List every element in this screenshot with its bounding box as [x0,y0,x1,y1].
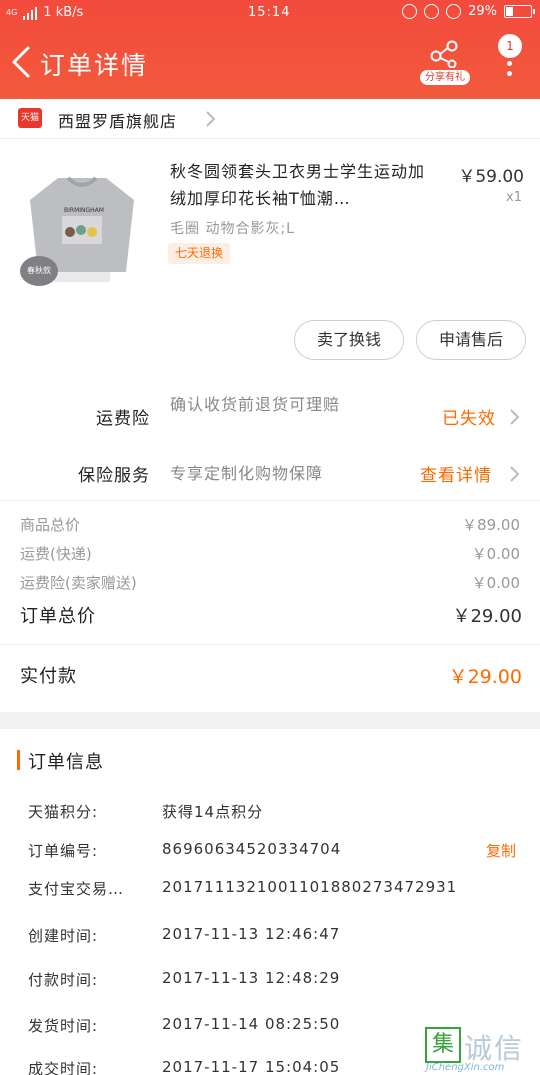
chevron-right-icon [510,466,520,482]
order-info-key: 发货时间: [28,1017,99,1035]
shipping-insurance-desc: 确认收货前退货可理赔 [170,395,341,414]
order-info-value: 获得14点积分 [162,803,264,821]
status-time: 15:14 [248,5,291,20]
fee-value: ￥0.00 [471,574,520,592]
order-info-key: 订单编号: [28,842,99,860]
divider [0,644,540,645]
tmall-icon: 天猫 [18,108,42,128]
order-info-value: 2017111321001101880273472931 [162,878,458,896]
product-sku: 毛圈 动物合影灰;L [170,221,295,237]
product-image-badge: 春秋款 [20,256,58,286]
order-info-key: 天猫积分: [28,803,99,821]
order-info-key: 创建时间: [28,927,99,945]
fee-value: ￥0.00 [471,545,520,563]
fee-label: 商品总价 [20,516,81,534]
product-price: ￥59.00 [458,167,524,187]
watermark-char: 集 [425,1027,461,1063]
order-total-value: ￥29.00 [452,606,522,627]
insurance-service-desc: 专享定制化购物保障 [170,464,324,483]
order-info-key: 支付宝交易… [28,880,125,898]
order-info-value: 2017-11-13 12:48:29 [162,969,341,987]
nfc-icon [402,4,418,19]
battery-icon [504,5,535,18]
shop-row[interactable]: 天猫 西盟罗盾旗舰店 [0,99,540,139]
product-image-text: BIRMINGHAM [64,207,104,214]
order-info-key: 成交时间: [28,1060,99,1075]
insurance-service-label: 保险服务 [78,466,150,486]
insurance-details-link[interactable]: 查看详情 [420,461,492,486]
fee-label: 运费(快递) [20,545,92,563]
top-bar: 4G 1 kB/s 15:14 29% 订单详情 分享有礼 1 [0,0,540,99]
divider [0,500,540,501]
lock-icon [424,4,440,19]
more-dot-icon [507,71,512,76]
order-info-key: 付款时间: [28,971,99,989]
paid-amount-label: 实付款 [20,666,77,687]
battery-percent: 29% [468,4,497,19]
product-image[interactable]: BIRMINGHAM 春秋款 [18,160,146,288]
order-info-title: 订单信息 [28,752,104,773]
shipping-insurance-label: 运费险 [96,409,150,429]
shipping-insurance-status[interactable]: 已失效 [442,404,496,429]
network-speed: 1 kB/s [43,5,84,20]
order-number: 86960634520334704 [162,840,342,858]
chevron-right-icon [510,409,520,425]
status-bar: 4G 1 kB/s 15:14 29% [0,0,540,26]
watermark-logo: 集 诚信 JiChengXin.com [420,1024,540,1075]
order-info-value: 2017-11-17 15:04:05 [162,1058,341,1075]
product-quantity: x1 [506,190,522,205]
shop-name: 西盟罗盾旗舰店 [58,112,178,131]
signal-icon [23,6,38,20]
network-label: 4G [6,8,18,17]
product-title[interactable]: 秋冬圆领套头卫衣男士学生运动加绒加厚印花长袖T恤潮… [170,158,440,212]
sell-button[interactable]: 卖了换钱 [294,320,404,360]
share-button[interactable]: 分享有礼 [420,40,470,86]
alarm-icon [446,4,462,19]
more-menu-button[interactable]: 1 [490,34,530,82]
watermark-text: 诚信 [464,1032,525,1065]
back-icon[interactable] [8,44,34,80]
return-policy-badge: 七天退换 [168,243,231,264]
copy-order-number-button[interactable]: 复制 [486,840,516,861]
after-sales-button[interactable]: 申请售后 [416,320,526,360]
order-total-label: 订单总价 [20,606,96,627]
section-accent-bar [17,750,20,770]
paid-amount-value: ￥29.00 [448,666,522,688]
watermark-url: JiChengXin.com [426,1062,505,1073]
section-gap [0,712,540,729]
message-badge: 1 [498,34,522,58]
chevron-right-icon [206,111,216,127]
page-title: 订单详情 [40,51,149,80]
fee-value: ￥89.00 [462,516,520,534]
more-dot-icon [507,61,512,66]
fee-label: 运费险(卖家赠送) [20,574,137,592]
share-label: 分享有礼 [420,70,470,85]
order-info-value: 2017-11-14 08:25:50 [162,1015,341,1033]
share-icon [430,40,458,68]
order-info-value: 2017-11-13 12:46:47 [162,925,341,943]
